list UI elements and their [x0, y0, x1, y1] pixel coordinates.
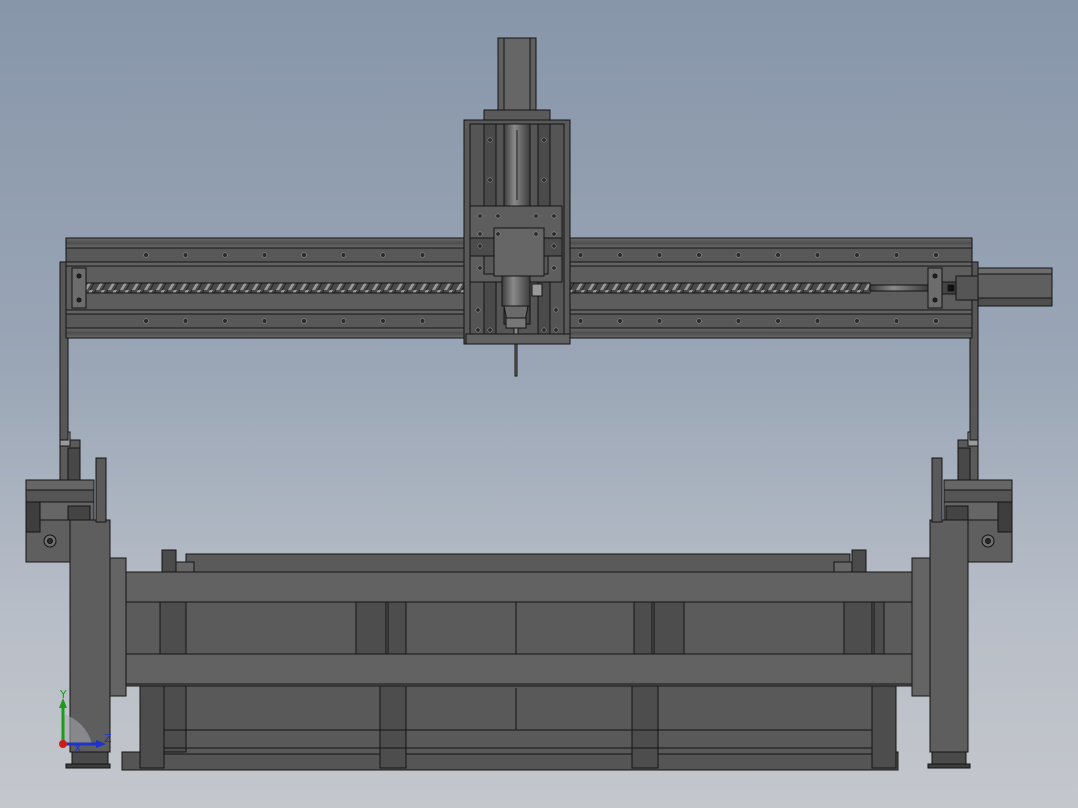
- bolt-hole: [301, 252, 307, 258]
- bolt-hole: [814, 252, 821, 258]
- bolt-hole: [814, 318, 821, 324]
- z-axis-carriage: [463, 37, 571, 377]
- bolt-hole: [854, 318, 860, 324]
- bolt-hole: [577, 252, 584, 258]
- bolt-hole: [182, 252, 189, 258]
- z-axis-label: Z: [104, 732, 112, 745]
- bolt-hole: [419, 318, 426, 324]
- bolt-hole: [933, 252, 939, 258]
- bolt-hole: [475, 327, 481, 333]
- bolt-hole: [656, 318, 663, 324]
- bolt-hole: [495, 213, 501, 219]
- bolt-hole: [541, 137, 547, 143]
- bolt-hole: [477, 231, 483, 237]
- bolt-hole: [475, 307, 481, 313]
- bolt-hole: [261, 318, 268, 324]
- bolt-hole: [533, 231, 539, 237]
- bolt-hole: [487, 327, 493, 333]
- bolt-hole: [301, 318, 307, 324]
- bolt-hole: [541, 327, 547, 333]
- bolt-hole: [340, 318, 347, 324]
- x-axis-label: X: [74, 742, 82, 755]
- bolt-hole: [854, 252, 860, 258]
- bolt-hole: [577, 318, 584, 324]
- bolt-hole: [735, 318, 742, 324]
- bolt-hole: [380, 318, 386, 324]
- bolt-hole: [143, 252, 149, 258]
- bolt-hole: [380, 252, 386, 258]
- bolt-hole: [696, 318, 702, 324]
- bolt-hole: [656, 252, 663, 258]
- bolt-hole: [553, 327, 559, 333]
- bolt-hole: [933, 318, 939, 324]
- bolt-hole: [893, 318, 900, 324]
- y-axis-label: Y: [59, 688, 67, 701]
- bolt-hole: [495, 231, 501, 237]
- bolt-hole: [551, 243, 557, 249]
- bolt-hole: [182, 318, 189, 324]
- bolt-hole: [893, 252, 900, 258]
- bolt-hole: [261, 252, 268, 258]
- base-frame: [107, 549, 931, 771]
- cnc-router-model[interactable]: Y Z X: [0, 0, 1078, 808]
- bolt-hole: [735, 252, 742, 258]
- bolt-hole: [222, 318, 228, 324]
- bolt-hole: [487, 137, 493, 143]
- bolt-hole: [696, 252, 702, 258]
- bolt-hole: [533, 213, 539, 219]
- bolt-hole: [775, 252, 781, 258]
- bolt-hole: [477, 265, 483, 271]
- bolt-hole: [551, 213, 557, 219]
- z-axis-origin: [59, 740, 67, 748]
- bolt-hole: [551, 265, 557, 271]
- bolt-hole: [419, 252, 426, 258]
- bolt-hole: [551, 231, 557, 237]
- bolt-hole: [477, 243, 483, 249]
- bolt-hole: [617, 252, 623, 258]
- bolt-hole: [222, 252, 228, 258]
- bolt-hole: [477, 213, 483, 219]
- bolt-hole: [541, 177, 547, 183]
- bolt-hole: [487, 177, 493, 183]
- cad-viewport[interactable]: Y Z X: [0, 0, 1078, 808]
- bolt-hole: [617, 318, 623, 324]
- bolt-hole: [775, 318, 781, 324]
- bolt-hole: [340, 252, 347, 258]
- bolt-hole: [143, 318, 149, 324]
- bolt-hole: [553, 307, 559, 313]
